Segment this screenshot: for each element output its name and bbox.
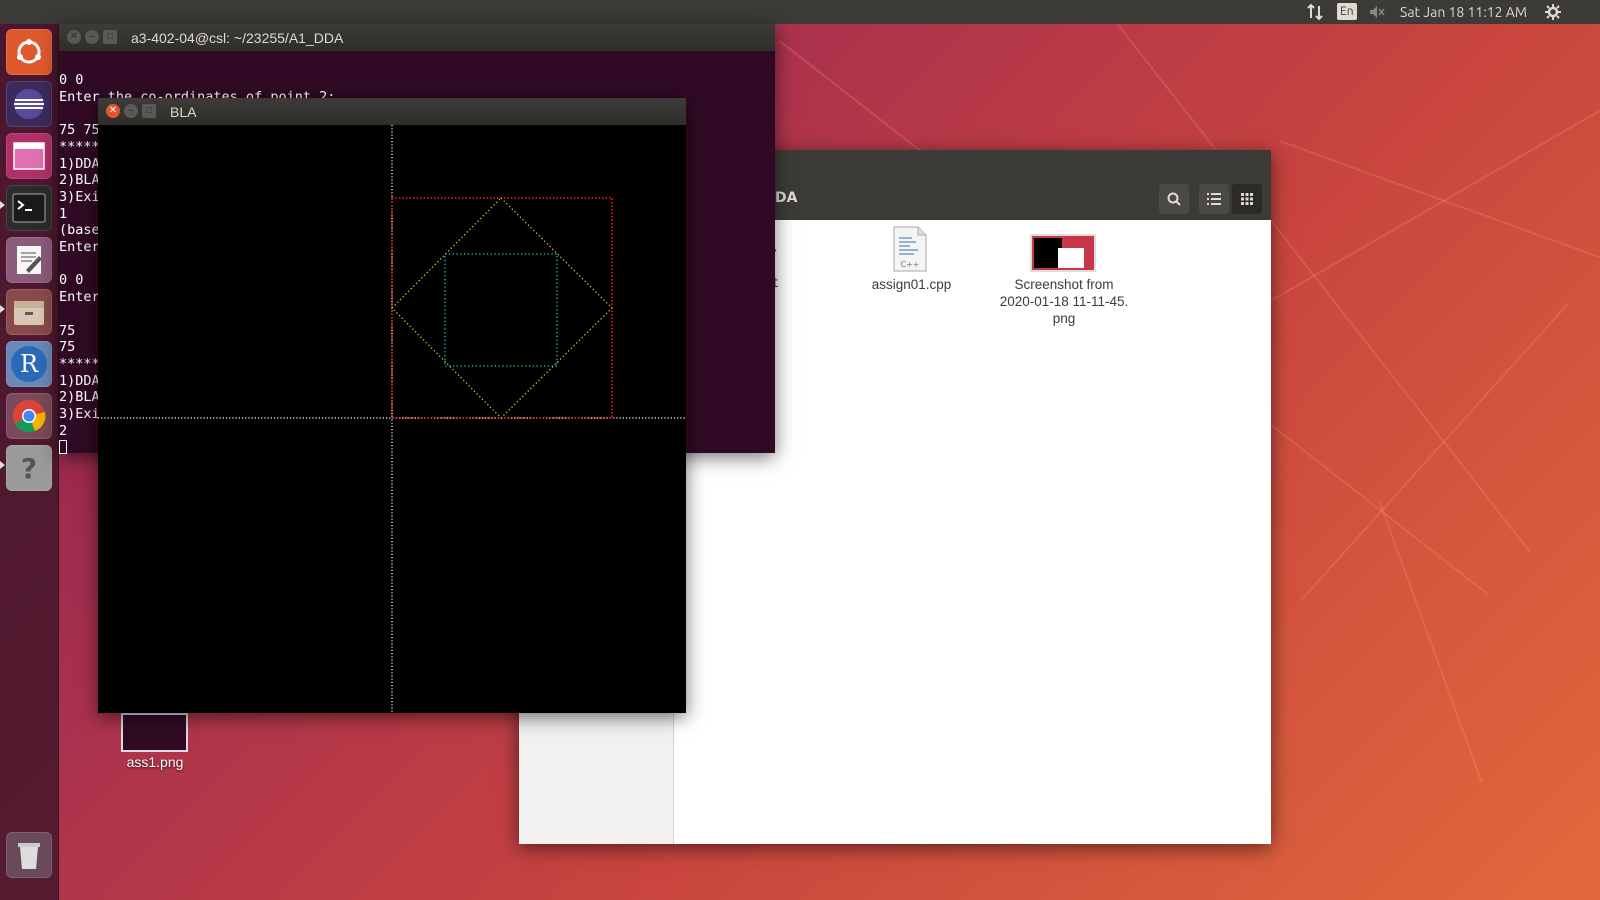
- desktop-file-ass1-label[interactable]: ass1.png: [110, 754, 200, 770]
- bla-drawing-canvas[interactable]: [98, 125, 686, 713]
- grid-view-icon: [1241, 193, 1253, 205]
- launcher: R ?: [0, 24, 59, 900]
- bla-close-button[interactable]: ✕: [106, 104, 120, 118]
- text-editor-icon[interactable]: [6, 237, 52, 283]
- clock[interactable]: Sat Jan 18 11:12 AM: [1400, 0, 1527, 24]
- file-name-screenshot[interactable]: Screenshot from 2020-01-18 11-11-45. png: [989, 276, 1139, 327]
- svg-text:C++: C++: [901, 260, 920, 269]
- diamond: [391, 197, 613, 419]
- list-view-icon: [1207, 193, 1221, 205]
- eclipse-icon[interactable]: [6, 81, 52, 127]
- path-bar-segment[interactable]: DA: [775, 190, 797, 206]
- bla-window: ✕ – □ BLA: [98, 98, 686, 713]
- trash-icon[interactable]: [6, 832, 52, 878]
- terminal-minimize-button[interactable]: –: [85, 30, 99, 44]
- terminal-icon[interactable]: [6, 185, 52, 231]
- screenshot-thumbnail[interactable]: [1030, 234, 1096, 272]
- top-panel: En Sat Jan 18 11:12 AM: [0, 0, 1600, 24]
- search-button[interactable]: [1159, 184, 1189, 214]
- terminal-titlebar: ✕ – □ a3-402-04@csl: ~/23255/A1_DDA: [59, 24, 775, 51]
- keyboard-language-indicator[interactable]: En: [1337, 3, 1357, 20]
- volume-muted-icon[interactable]: [1368, 0, 1386, 24]
- grid-view-button[interactable]: [1232, 184, 1262, 214]
- inner-square: [444, 253, 558, 367]
- bla-titlebar: ✕ – □ BLA: [98, 98, 686, 125]
- chrome-icon[interactable]: [6, 393, 52, 439]
- ubuntu-dash-icon[interactable]: [6, 29, 52, 75]
- terminal-cursor: [59, 440, 67, 455]
- terminal-title: a3-402-04@csl: ~/23255/A1_DDA: [131, 30, 344, 46]
- bla-minimize-button[interactable]: –: [124, 104, 138, 118]
- desktop-file-ass1-thumbnail[interactable]: [121, 713, 188, 752]
- help-icon[interactable]: ?: [6, 445, 52, 491]
- terminal-maximize-button[interactable]: □: [103, 30, 117, 44]
- file-name-assign01[interactable]: assign01.cpp: [854, 276, 969, 293]
- gear-icon[interactable]: [1544, 0, 1562, 24]
- bla-title: BLA: [170, 104, 197, 120]
- files-icon[interactable]: [6, 289, 52, 335]
- list-view-button[interactable]: [1199, 184, 1229, 214]
- r-icon[interactable]: R: [6, 341, 52, 387]
- cpp-file-icon[interactable]: C++: [892, 226, 928, 272]
- bla-maximize-button[interactable]: □: [142, 104, 156, 118]
- network-icon[interactable]: [1306, 0, 1324, 24]
- search-icon: [1167, 192, 1181, 206]
- terminal-close-button[interactable]: ✕: [67, 30, 81, 44]
- outer-square: [391, 197, 613, 419]
- app-window-icon[interactable]: [6, 133, 52, 179]
